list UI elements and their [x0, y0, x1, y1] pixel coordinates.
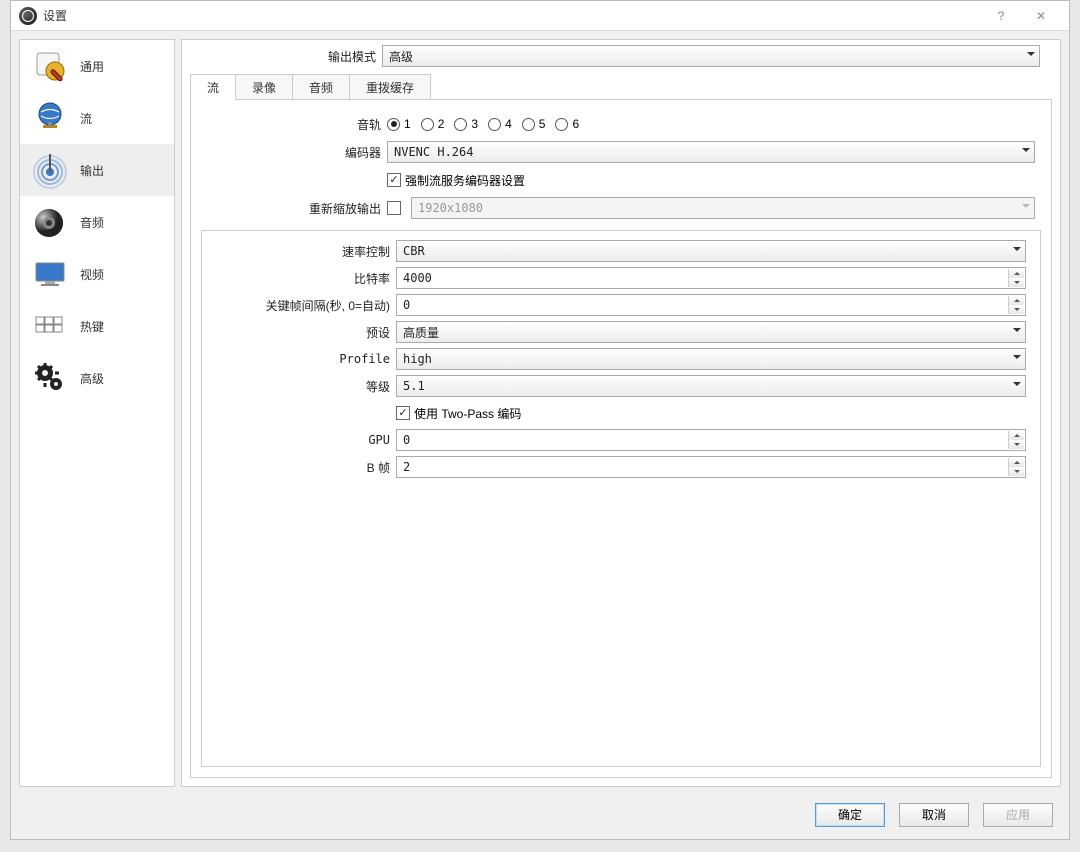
output-mode-combo[interactable]: 高级	[382, 45, 1040, 67]
encoder-settings-group: 速率控制 CBR 比特率 4000 关键帧间隔(秒, 0=自动) 0 预设 高质…	[201, 230, 1041, 767]
advanced-icon	[30, 358, 70, 398]
audio-track-3[interactable]: 3	[454, 117, 478, 131]
dialog-footer: 确定 取消 应用	[11, 795, 1069, 839]
close-button[interactable]: ✕	[1021, 2, 1061, 30]
radio-icon	[454, 118, 467, 131]
radio-icon	[488, 118, 501, 131]
sidebar-item-stream[interactable]: 流	[20, 92, 174, 144]
rescale-combo: 1920x1080	[411, 197, 1035, 219]
output-icon	[30, 150, 70, 190]
main-panel: 输出模式 高级 流 录像 音频 重拨缓存 音轨 1	[181, 39, 1061, 787]
audio-track-6[interactable]: 6	[555, 117, 579, 131]
gpu-input[interactable]: 0	[396, 429, 1026, 451]
enforce-encoder-checkbox[interactable]: 强制流服务编码器设置	[387, 172, 525, 189]
spin-up-icon[interactable]	[1008, 296, 1024, 305]
keyint-label: 关键帧间隔(秒, 0=自动)	[206, 297, 396, 314]
sidebar-item-advanced[interactable]: 高级	[20, 352, 174, 404]
gpu-label: GPU	[206, 433, 396, 447]
help-button[interactable]: ?	[981, 2, 1021, 30]
general-icon	[30, 46, 70, 86]
tab-audio[interactable]: 音频	[292, 74, 350, 100]
tab-body: 音轨 1 2 3 4 5 6 编码器 NVENC H.264	[190, 99, 1052, 778]
radio-icon	[421, 118, 434, 131]
radio-icon	[387, 118, 400, 131]
sidebar-item-hotkeys[interactable]: 热键	[20, 300, 174, 352]
rate-control-label: 速率控制	[206, 243, 396, 260]
preset-combo[interactable]: 高质量	[396, 321, 1026, 343]
sidebar-item-label: 输出	[80, 162, 104, 179]
sidebar-item-label: 热键	[80, 318, 104, 335]
audio-track-1[interactable]: 1	[387, 117, 411, 131]
chevron-down-icon	[1022, 204, 1030, 212]
rescale-label: 重新缩放输出	[197, 200, 387, 217]
bframes-label: B 帧	[206, 459, 396, 476]
sidebar-item-label: 通用	[80, 58, 104, 75]
bitrate-label: 比特率	[206, 270, 396, 287]
radio-icon	[522, 118, 535, 131]
sidebar-item-label: 高级	[80, 370, 104, 387]
audio-track-group: 1 2 3 4 5 6	[387, 117, 1045, 131]
bframes-input[interactable]: 2	[396, 456, 1026, 478]
sidebar-item-general[interactable]: 通用	[20, 40, 174, 92]
hotkeys-icon	[30, 306, 70, 346]
stream-icon	[30, 98, 70, 138]
spin-down-icon[interactable]	[1008, 278, 1024, 287]
app-icon	[19, 7, 37, 25]
encoder-combo[interactable]: NVENC H.264	[387, 141, 1035, 163]
sidebar-item-video[interactable]: 视频	[20, 248, 174, 300]
audio-track-4[interactable]: 4	[488, 117, 512, 131]
tab-streaming[interactable]: 流	[190, 74, 236, 100]
output-tabs: 流 录像 音频 重拨缓存	[190, 74, 1052, 100]
sidebar-item-output[interactable]: 输出	[20, 144, 174, 196]
output-mode-label: 输出模式	[192, 48, 382, 65]
sidebar-item-label: 视频	[80, 266, 104, 283]
checkbox-icon	[396, 406, 410, 420]
sidebar-item-label: 流	[80, 110, 92, 127]
audio-track-5[interactable]: 5	[522, 117, 546, 131]
preset-label: 预设	[206, 324, 396, 341]
chevron-down-icon	[1013, 382, 1021, 390]
audio-icon	[30, 202, 70, 242]
rate-control-combo[interactable]: CBR	[396, 240, 1026, 262]
spin-up-icon[interactable]	[1008, 458, 1024, 467]
level-label: 等级	[206, 378, 396, 395]
tab-replay-buffer[interactable]: 重拨缓存	[349, 74, 431, 100]
encoder-label: 编码器	[197, 144, 387, 161]
spin-down-icon[interactable]	[1008, 467, 1024, 476]
settings-window: 设置 ? ✕ 通用 流 输出	[10, 0, 1070, 840]
spin-down-icon[interactable]	[1008, 305, 1024, 314]
chevron-down-icon	[1027, 52, 1035, 60]
video-icon	[30, 254, 70, 294]
ok-button[interactable]: 确定	[815, 803, 885, 827]
audio-track-label: 音轨	[197, 116, 387, 133]
checkbox-icon	[387, 173, 401, 187]
apply-button[interactable]: 应用	[983, 803, 1053, 827]
sidebar: 通用 流 输出 音频	[19, 39, 175, 787]
sidebar-item-audio[interactable]: 音频	[20, 196, 174, 248]
titlebar: 设置 ? ✕	[11, 1, 1069, 31]
profile-label: Profile	[206, 352, 396, 366]
spin-down-icon[interactable]	[1008, 440, 1024, 449]
tab-recording[interactable]: 录像	[235, 74, 293, 100]
two-pass-checkbox[interactable]: 使用 Two-Pass 编码	[396, 405, 521, 422]
output-mode-value: 高级	[389, 48, 413, 65]
radio-icon	[555, 118, 568, 131]
level-combo[interactable]: 5.1	[396, 375, 1026, 397]
chevron-down-icon	[1013, 247, 1021, 255]
spin-up-icon[interactable]	[1008, 431, 1024, 440]
sidebar-item-label: 音频	[80, 214, 104, 231]
chevron-down-icon	[1022, 148, 1030, 156]
audio-track-2[interactable]: 2	[421, 117, 445, 131]
keyint-input[interactable]: 0	[396, 294, 1026, 316]
rescale-checkbox[interactable]	[387, 201, 401, 215]
bitrate-input[interactable]: 4000	[396, 267, 1026, 289]
chevron-down-icon	[1013, 355, 1021, 363]
window-title: 设置	[43, 7, 981, 24]
profile-combo[interactable]: high	[396, 348, 1026, 370]
cancel-button[interactable]: 取消	[899, 803, 969, 827]
spin-up-icon[interactable]	[1008, 269, 1024, 278]
chevron-down-icon	[1013, 328, 1021, 336]
